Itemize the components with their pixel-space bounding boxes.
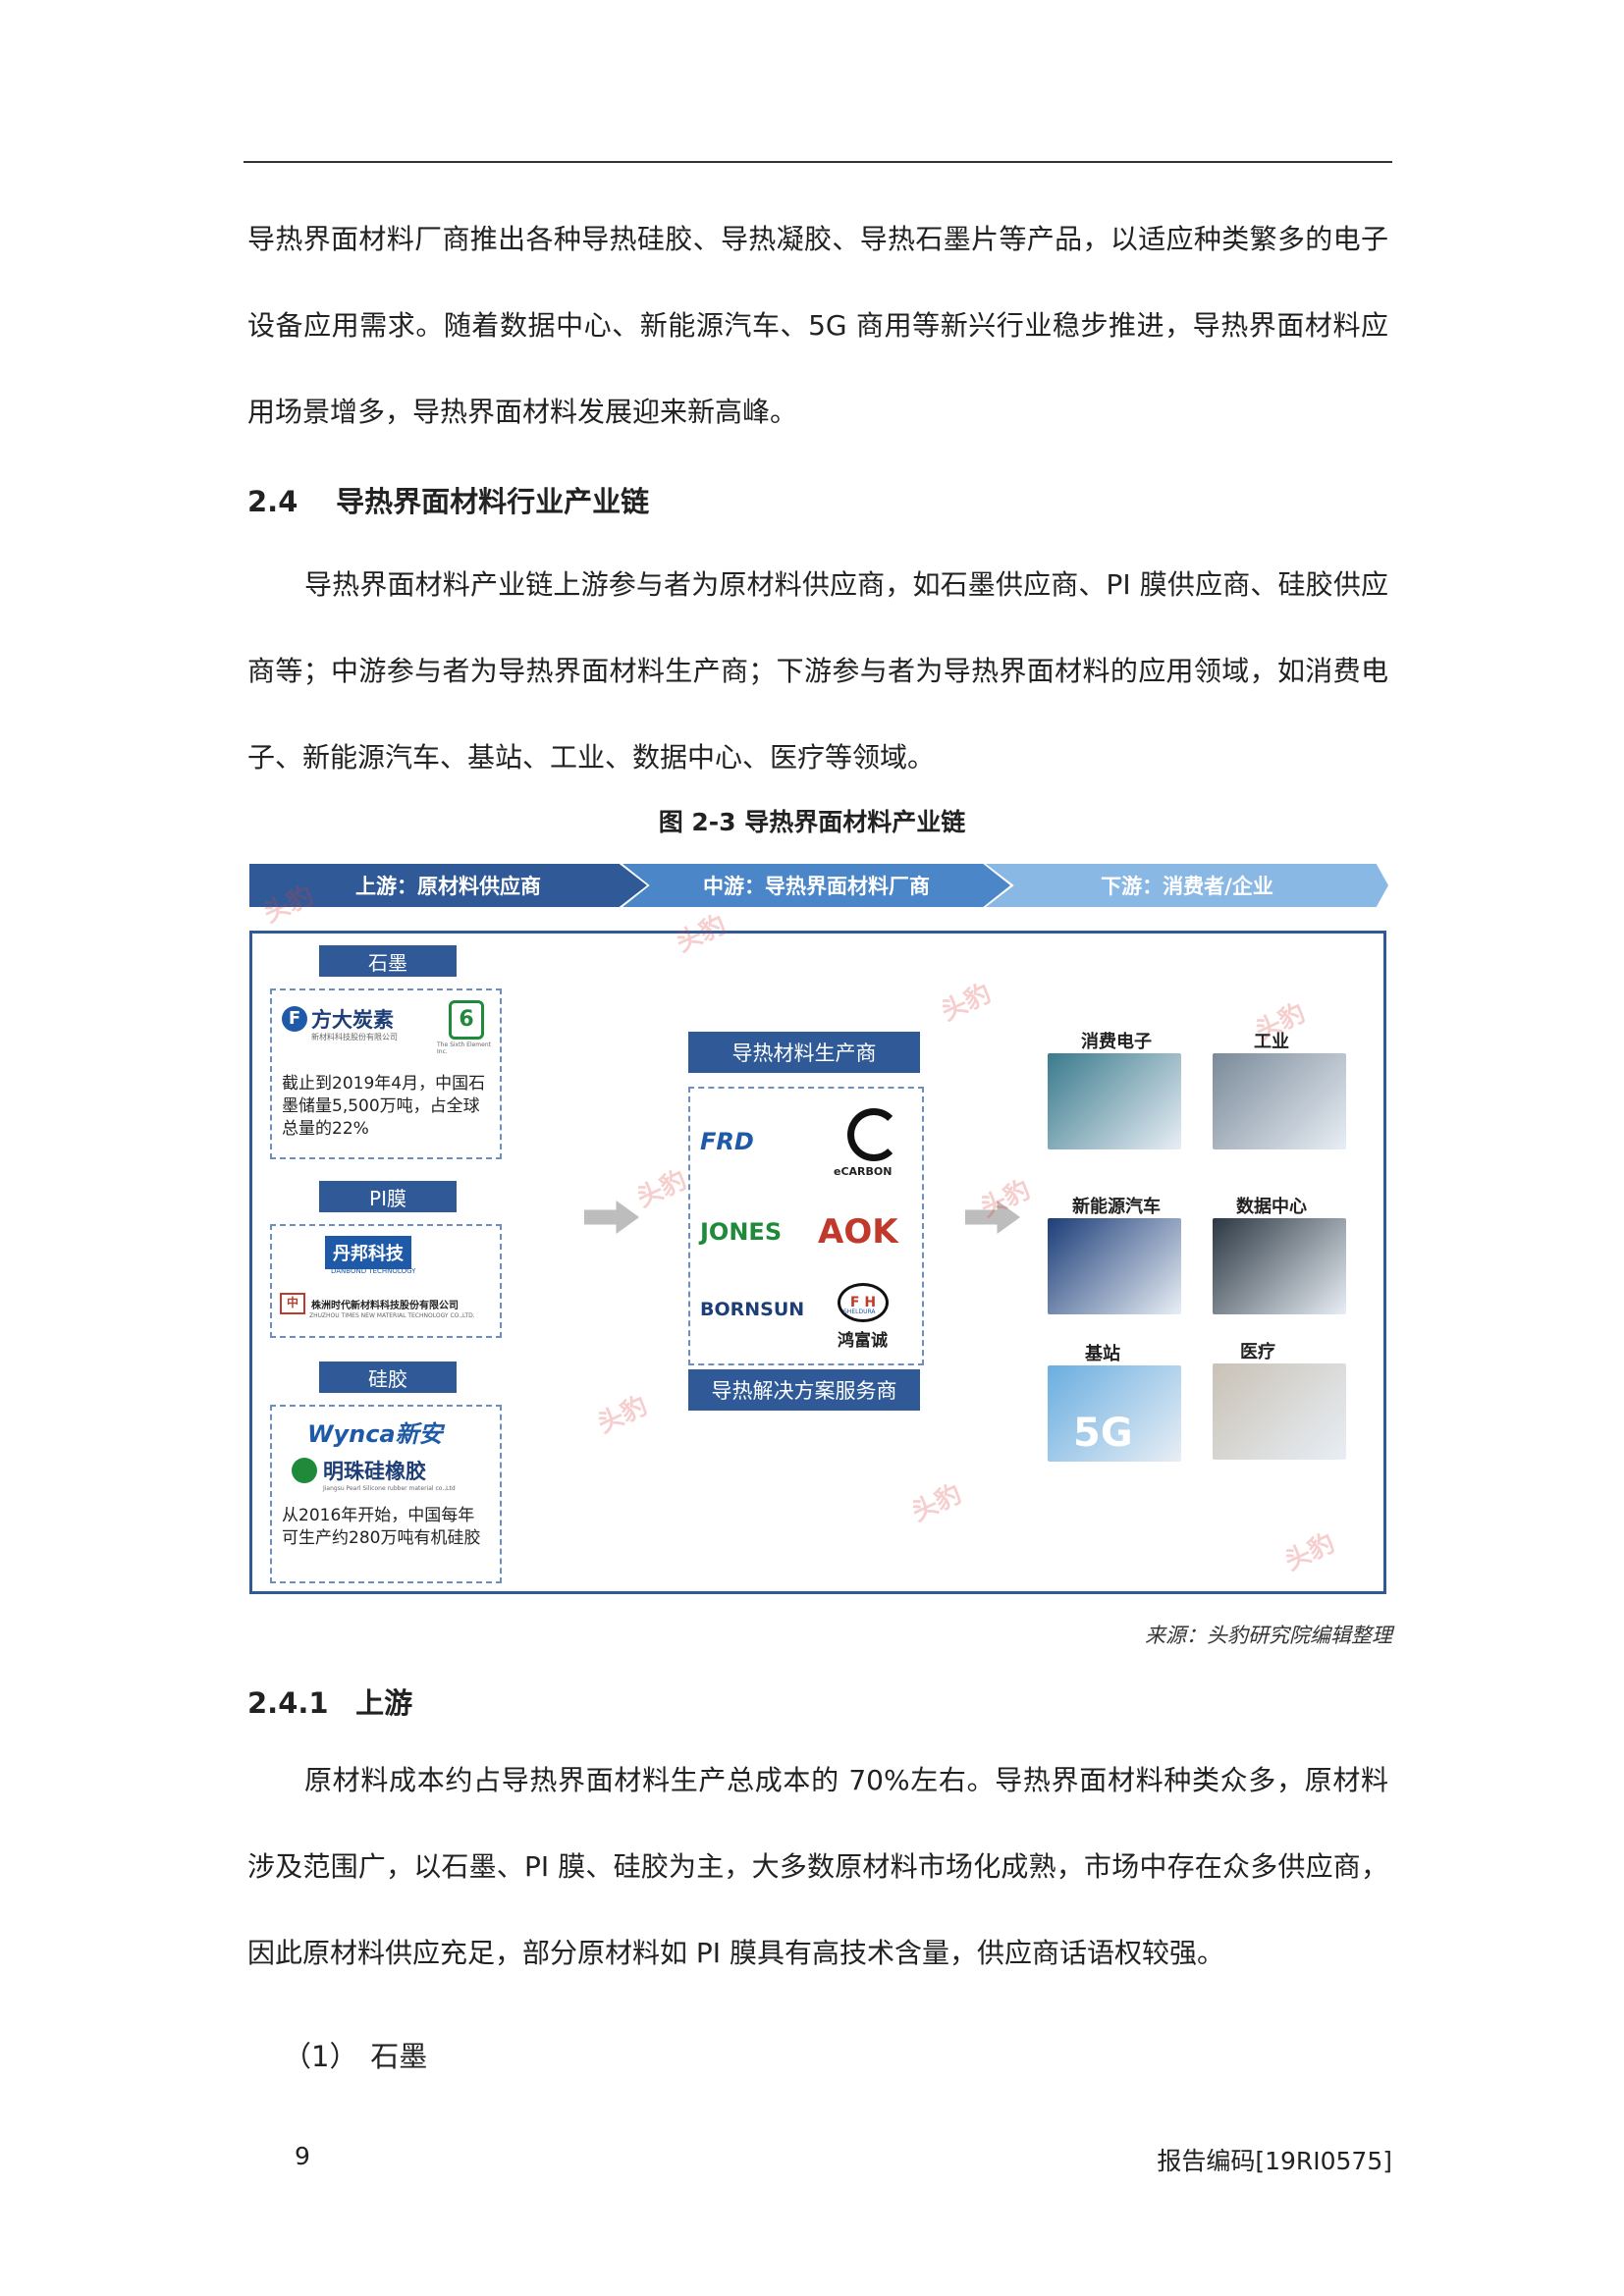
midstream-box: FRD eCARBON JONES AOK BORNSUN F H SHELDU… xyxy=(688,1087,924,1365)
intro-paragraph: 导热界面材料厂商推出各种导热硅胶、导热凝胶、导热石墨片等产品，以适应种类繁多的电… xyxy=(247,223,1388,428)
stage-header: 上游：原材料供应商 中游：导热界面材料厂商 下游：消费者/企业 xyxy=(249,864,1388,907)
tag-pi-film: PI膜 xyxy=(319,1181,457,1212)
jones-logo: JONES xyxy=(700,1218,783,1246)
silicone-note: 从2016年开始，中国每年可生产约280万吨有机硅胶 xyxy=(282,1506,481,1548)
hongfucheng-icon-sub: SHELDURA xyxy=(843,1308,876,1315)
nev-image xyxy=(1048,1218,1181,1314)
watermark-logo: 头豹 xyxy=(593,1391,652,1440)
section-2-4-heading: 2.4 导热界面材料行业产业链 xyxy=(247,479,649,520)
figure-source: 来源：头豹研究院编辑整理 xyxy=(1145,1624,1392,1647)
arrow-right-icon xyxy=(584,1201,639,1234)
times-subtitle: ZHUZHOU TIMES NEW MATERIAL TECHNOLOGY CO… xyxy=(309,1312,475,1319)
medical-image xyxy=(1213,1363,1346,1460)
industry-image xyxy=(1213,1053,1346,1149)
section-2-4-1-heading: 2.4.1 上游 xyxy=(247,1681,412,1722)
figure-frame: 石墨 F 方大炭素 新材料科技股份有限公司 6 The Sixth Elemen… xyxy=(249,881,1386,1594)
tag-manufacturer: 导热材料生产商 xyxy=(688,1032,920,1073)
industry-chain-figure: 上游：原材料供应商 中游：导热界面材料厂商 下游：消费者/企业 石墨 F 方大炭… xyxy=(249,864,1388,1598)
danbond-logo: 丹邦科技 xyxy=(325,1236,411,1269)
consumer-electronics-image xyxy=(1048,1053,1181,1149)
aok-logo: AOK xyxy=(818,1212,898,1252)
pearl-subtitle: Jiangsu Pearl Silicone rubber material c… xyxy=(323,1485,456,1492)
section-2-4-1-paragraph: 原材料成本约占导热界面材料生产总成本的 70%左右。导热界面材料种类众多，原材料… xyxy=(247,1764,1388,1969)
app-label-consumer: 消费电子 xyxy=(1081,1032,1152,1052)
app-label-datacenter: 数据中心 xyxy=(1236,1197,1307,1217)
watermark-logo: 头豹 xyxy=(672,910,731,959)
section-2-4-paragraph: 导热界面材料产业链上游参与者为原材料供应商，如石墨供应商、PI 膜供应商、硅胶供… xyxy=(247,568,1388,774)
sixth-element-subtitle: The Sixth Element Inc. xyxy=(437,1041,491,1055)
section-title: 上游 xyxy=(355,1686,413,1720)
tag-silicone: 硅胶 xyxy=(319,1362,457,1393)
ecarbon-icon xyxy=(847,1108,900,1161)
danbond-subtitle: DANBOND TECHNOLOGY xyxy=(331,1267,416,1275)
hongfucheng-icon: F H xyxy=(838,1283,889,1322)
graphite-box: F 方大炭素 新材料科技股份有限公司 6 The Sixth Element I… xyxy=(270,988,502,1159)
header-rule xyxy=(244,161,1392,163)
app-label-basestation: 基站 xyxy=(1085,1344,1120,1364)
report-code: 报告编码[19RI0575] xyxy=(1157,2147,1392,2175)
frd-logo: FRD xyxy=(700,1128,754,1155)
page-number: 9 xyxy=(295,2142,310,2170)
pi-film-box: 丹邦科技 DANBOND TECHNOLOGY 中 株洲时代新材料科技股份有限公… xyxy=(270,1224,502,1338)
pearl-icon xyxy=(292,1458,317,1483)
pearl-logo: 明珠硅橡胶 xyxy=(292,1456,426,1485)
fangda-icon: F xyxy=(282,1006,307,1032)
stage-downstream: 下游：消费者/企业 xyxy=(986,864,1388,907)
basestation-image: 5G xyxy=(1048,1365,1181,1462)
5g-label: 5G xyxy=(1073,1411,1133,1456)
datacenter-image xyxy=(1213,1218,1346,1314)
section-number: 2.4 xyxy=(247,485,298,518)
section-number: 2.4.1 xyxy=(247,1686,329,1720)
bornsun-logo: BORNSUN xyxy=(700,1299,805,1320)
sixth-element-logo: 6 xyxy=(449,1000,484,1040)
watermark-logo: 头豹 xyxy=(937,979,996,1028)
app-label-nev: 新能源汽车 xyxy=(1072,1197,1161,1217)
silicone-box: Wynca新安 明珠硅橡胶 Jiangsu Pearl Silicone rub… xyxy=(270,1405,502,1583)
app-label-medical: 医疗 xyxy=(1240,1342,1275,1362)
stage-midstream: 中游：导热界面材料厂商 xyxy=(623,864,1010,907)
wynca-logo: Wynca新安 xyxy=(307,1420,443,1448)
list-item-title: 石墨 xyxy=(370,2040,428,2073)
list-item-graphite: （1） 石墨 xyxy=(283,2034,427,2075)
fangda-logo: F 方大炭素 xyxy=(282,1004,394,1034)
watermark-logo: 头豹 xyxy=(907,1479,966,1528)
section-title: 导热界面材料行业产业链 xyxy=(336,485,650,518)
figure-caption: 图 2-3 导热界面材料产业链 xyxy=(658,808,966,836)
times-icon: 中 xyxy=(280,1293,305,1314)
graphite-note: 截止到2019年4月，中国石墨储量5,500万吨，占全球总量的22% xyxy=(282,1074,486,1139)
ecarbon-logo: eCARBON xyxy=(834,1165,893,1178)
fangda-subtitle: 新材料科技股份有限公司 xyxy=(311,1033,398,1041)
tag-graphite: 石墨 xyxy=(319,945,457,977)
watermark-logo: 头豹 xyxy=(632,1165,691,1214)
times-logo: 中 株洲时代新材料科技股份有限公司 xyxy=(280,1293,459,1314)
hongfucheng-logo: 鸿富诚 xyxy=(838,1331,888,1351)
tag-solution-provider: 导热解决方案服务商 xyxy=(688,1369,920,1411)
list-item-number: （1） xyxy=(283,2040,358,2073)
watermark-logo: 头豹 xyxy=(1280,1528,1339,1577)
